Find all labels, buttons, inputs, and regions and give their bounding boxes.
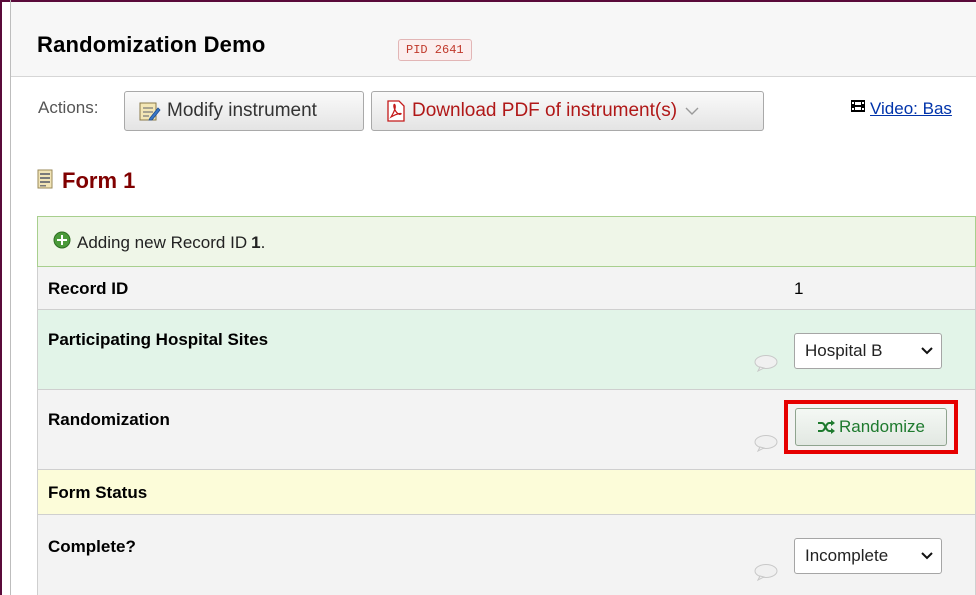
project-title: Randomization Demo (37, 32, 266, 57)
hospital-sites-selected: Hospital B (805, 341, 883, 360)
shuffle-icon (817, 420, 835, 434)
add-circle-icon (53, 231, 71, 254)
chevron-down-icon (685, 106, 699, 116)
modify-instrument-button[interactable]: Modify instrument (124, 91, 364, 131)
new-record-message: Adding new Record ID 1. (37, 216, 976, 267)
form-icon (37, 169, 53, 194)
record-id-label: Record ID (48, 279, 129, 298)
new-record-message-end: . (260, 232, 266, 252)
randomize-button[interactable]: Randomize (795, 408, 947, 446)
chevron-down-icon (921, 347, 933, 355)
comment-bubble-icon[interactable] (754, 434, 778, 452)
form-title-label: Form 1 (62, 168, 136, 193)
table-row-hospital-sites: Participating Hospital Sites Hospital B (37, 310, 976, 390)
form-status-section-label: Form Status (48, 483, 148, 502)
video-link-label: Video: Bas (870, 98, 952, 118)
form-title: Form 1 (37, 168, 135, 194)
pdf-icon (386, 100, 406, 122)
complete-status-select[interactable]: Incomplete (794, 538, 942, 574)
table-row-record-id: Record ID 1 (37, 267, 976, 310)
film-icon (850, 98, 866, 119)
chevron-down-icon (921, 552, 933, 560)
table-row-form-status: Form Status (37, 470, 976, 515)
edit-form-icon (139, 101, 161, 121)
project-title-bar: Randomization Demo PID 2641 (11, 2, 976, 77)
randomization-label: Randomization (48, 410, 170, 429)
hospital-sites-label: Participating Hospital Sites (48, 330, 269, 349)
comment-bubble-icon[interactable] (754, 563, 778, 581)
complete-status-selected: Incomplete (805, 546, 889, 565)
content-left-border (10, 0, 11, 595)
comment-bubble-icon[interactable] (754, 354, 778, 372)
record-id-value: 1 (794, 279, 804, 298)
randomize-label: Randomize (839, 417, 925, 436)
modify-instrument-label: Modify instrument (167, 100, 317, 121)
new-record-message-text: Adding new Record ID (77, 232, 248, 252)
hospital-sites-select[interactable]: Hospital B (794, 333, 942, 369)
new-record-id: 1 (251, 232, 261, 252)
download-pdf-label: Download PDF of instrument(s) (412, 100, 678, 121)
table-row-randomization: Randomization Randomize (37, 390, 976, 470)
table-row-complete: Complete? Incomplete (37, 515, 976, 595)
download-pdf-button[interactable]: Download PDF of instrument(s) (371, 91, 764, 131)
actions-label: Actions: (38, 98, 99, 117)
window-left-border (0, 0, 2, 595)
pid-badge: PID 2641 (398, 39, 472, 61)
complete-label: Complete? (48, 537, 136, 556)
video-link[interactable]: Video: Bas (850, 98, 952, 119)
